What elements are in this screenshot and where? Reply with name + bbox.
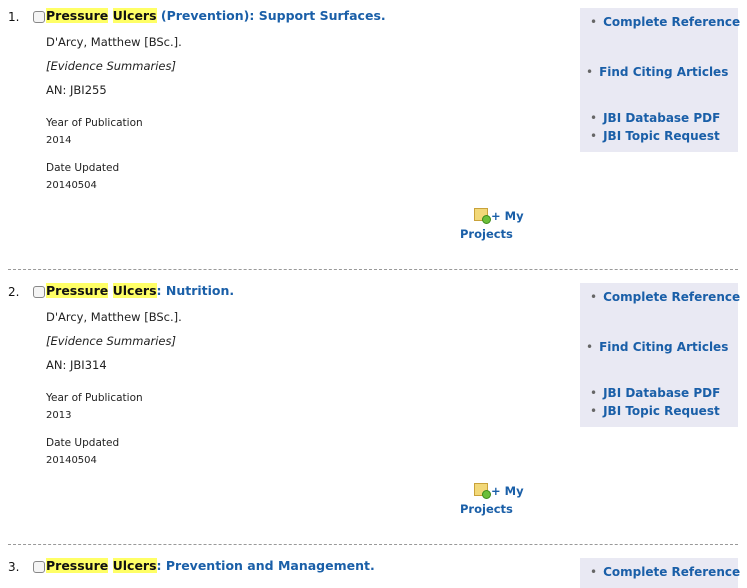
updated-value: 20140504 xyxy=(46,455,97,466)
an-value: JBI255 xyxy=(70,83,107,97)
projects-line2: Projects xyxy=(460,227,513,241)
select-checkbox[interactable] xyxy=(33,561,45,573)
updated-label: Date Updated xyxy=(46,437,120,449)
result-title-link[interactable]: Pressure Ulcers: Nutrition. xyxy=(46,283,234,298)
folder-add-icon xyxy=(474,483,491,499)
an-label: AN: xyxy=(46,83,67,97)
projects-line2: Projects xyxy=(460,502,513,516)
link-label: JBI Topic Request xyxy=(603,404,720,418)
year-label: Year of Publication xyxy=(46,117,143,129)
link-label: JBI Topic Request xyxy=(603,129,720,143)
bullet-icon: • xyxy=(586,65,594,79)
author: D'Arcy, Matthew [BSc.]. xyxy=(46,35,182,49)
find-citing-articles-link[interactable]: • Find Citing Articles xyxy=(586,340,728,354)
highlight-term: Ulcers xyxy=(112,283,157,298)
link-label: Complete Reference xyxy=(603,290,741,304)
year-value: 2014 xyxy=(46,135,72,146)
links-panel: • Complete Reference • Find Citing Article… xyxy=(580,8,740,152)
jbi-topic-request-link[interactable]: • JBI Topic Request xyxy=(590,404,720,418)
accession-number: AN: JBI314 xyxy=(46,358,107,372)
complete-reference-link[interactable]: • Complete Reference xyxy=(590,290,740,304)
folder-add-icon xyxy=(474,208,491,224)
author: D'Arcy, Matthew [BSc.]. xyxy=(46,310,182,324)
links-panel: • Complete Reference • Find Citing Article… xyxy=(580,283,740,427)
result-separator xyxy=(8,269,738,270)
title-text: : Prevention and Management. xyxy=(156,558,375,573)
complete-reference-link[interactable]: • Complete Reference xyxy=(590,15,740,29)
result-number: 2. xyxy=(8,285,20,299)
bullet-icon: • xyxy=(590,129,598,143)
result-title-link[interactable]: Pressure Ulcers: Prevention and Manageme… xyxy=(46,558,375,573)
highlight-term: Ulcers xyxy=(112,8,157,23)
accession-number: AN: JBI255 xyxy=(46,83,107,97)
select-checkbox[interactable] xyxy=(33,11,45,23)
link-label: Find Citing Articles xyxy=(599,340,729,354)
an-label: AN: xyxy=(46,358,67,372)
bullet-icon: • xyxy=(590,386,598,400)
select-checkbox[interactable] xyxy=(33,286,45,298)
highlight-term: Pressure xyxy=(46,283,109,298)
updated-value: 20140504 xyxy=(46,180,97,191)
link-label: Complete Reference xyxy=(603,565,741,579)
result-number: 3. xyxy=(8,560,20,574)
publication-type: [Evidence Summaries] xyxy=(46,334,176,348)
jbi-database-pdf-link[interactable]: • JBI Database PDF xyxy=(590,111,720,125)
link-label: JBI Database PDF xyxy=(603,386,721,400)
an-value: JBI314 xyxy=(70,358,107,372)
bullet-icon: • xyxy=(586,340,594,354)
title-text: (Prevention): Support Surfaces. xyxy=(156,8,386,23)
complete-reference-link[interactable]: • Complete Reference xyxy=(590,565,740,579)
find-citing-articles-link[interactable]: • Find Citing Articles xyxy=(586,65,728,79)
link-label: Complete Reference xyxy=(603,15,741,29)
highlight-term: Pressure xyxy=(46,8,109,23)
result-number: 1. xyxy=(8,10,20,24)
result-separator xyxy=(8,544,738,545)
links-panel: • Complete Reference xyxy=(580,558,740,588)
year-value: 2013 xyxy=(46,410,72,421)
add-to-projects-link[interactable]: + My Projects xyxy=(460,207,540,243)
jbi-database-pdf-link[interactable]: • JBI Database PDF xyxy=(590,386,720,400)
result-title-link[interactable]: Pressure Ulcers (Prevention): Support Su… xyxy=(46,8,386,23)
bullet-icon: • xyxy=(590,15,598,29)
highlight-term: Ulcers xyxy=(112,558,157,573)
year-label: Year of Publication xyxy=(46,392,143,404)
projects-line1: + My xyxy=(491,209,524,223)
publication-type: [Evidence Summaries] xyxy=(46,59,176,73)
projects-line1: + My xyxy=(491,484,524,498)
bullet-icon: • xyxy=(590,565,598,579)
link-label: JBI Database PDF xyxy=(603,111,721,125)
bullet-icon: • xyxy=(590,111,598,125)
jbi-topic-request-link[interactable]: • JBI Topic Request xyxy=(590,129,720,143)
link-label: Find Citing Articles xyxy=(599,65,729,79)
updated-label: Date Updated xyxy=(46,162,120,174)
add-to-projects-link[interactable]: + My Projects xyxy=(460,482,540,518)
highlight-term: Pressure xyxy=(46,558,109,573)
bullet-icon: • xyxy=(590,404,598,418)
title-text: : Nutrition. xyxy=(156,283,235,298)
bullet-icon: • xyxy=(590,290,598,304)
